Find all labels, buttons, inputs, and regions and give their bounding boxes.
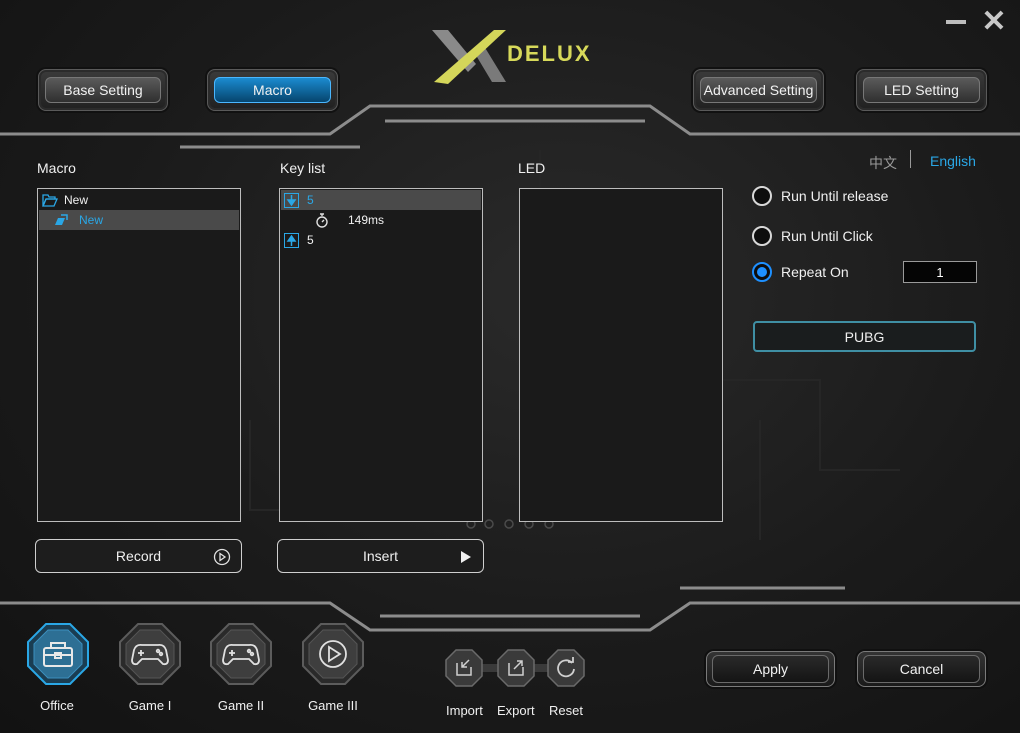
radio-label: Run Until release — [781, 188, 889, 204]
apply-button[interactable]: Apply — [706, 651, 835, 687]
language-english[interactable]: English — [930, 153, 976, 169]
cancel-label: Cancel — [899, 661, 944, 677]
led-panel[interactable] — [519, 188, 723, 522]
tab-base-setting[interactable]: Base Setting — [38, 69, 168, 111]
delux-logo: DELUX — [430, 24, 620, 88]
language-divider — [910, 150, 911, 168]
led-title: LED — [518, 160, 546, 176]
key-row-delay[interactable]: 149ms — [281, 210, 481, 230]
cancel-button[interactable]: Cancel — [857, 651, 986, 687]
tab-label: Advanced Setting — [703, 82, 814, 98]
radio-circle-selected — [752, 262, 772, 282]
mode-game-3-button[interactable] — [301, 622, 365, 686]
logo-text: DELUX — [507, 41, 592, 66]
run-until-click-radio[interactable]: Run Until Click — [752, 226, 873, 246]
repeat-on-radio[interactable]: Repeat On — [752, 262, 849, 282]
tab-advanced-setting[interactable]: Advanced Setting — [693, 69, 824, 111]
play-triangle-icon — [461, 551, 471, 563]
keylist-title: Key list — [280, 160, 326, 176]
mode-label: Game II — [217, 698, 265, 713]
record-label: Record — [115, 548, 162, 564]
tab-label: Macro — [253, 82, 292, 98]
language-chinese[interactable]: 中文 — [869, 153, 897, 173]
radio-label: Repeat On — [781, 264, 849, 280]
delux-x-mark-icon — [432, 30, 506, 84]
list-item-label: New — [79, 213, 104, 227]
list-item-label: New — [64, 193, 89, 207]
tab-led-setting[interactable]: LED Setting — [856, 69, 987, 111]
play-circle-icon — [213, 548, 231, 566]
reset-button[interactable] — [547, 649, 585, 687]
export-label: Export — [497, 703, 535, 718]
mode-label: Game III — [308, 698, 358, 713]
import-button[interactable] — [445, 649, 483, 687]
key-row-up[interactable]: 5 — [281, 230, 481, 250]
folder-open-icon — [42, 194, 58, 207]
export-button[interactable] — [497, 649, 535, 687]
arrow-down-icon — [284, 192, 299, 208]
tab-macro[interactable]: Macro — [207, 69, 338, 111]
import-label: Import — [446, 703, 483, 718]
key-label: 5 — [307, 193, 314, 207]
list-item[interactable]: New — [39, 190, 239, 210]
key-label: 5 — [307, 233, 314, 247]
tab-label: Base Setting — [63, 82, 143, 98]
stopwatch-icon — [316, 212, 328, 228]
radio-label: Run Until Click — [781, 228, 873, 244]
key-list[interactable]: 5 149ms 5 — [279, 188, 483, 522]
macro-list[interactable]: New New — [37, 188, 241, 522]
key-row-down[interactable]: 5 — [281, 190, 481, 210]
radio-circle — [752, 186, 772, 206]
profile-pubg-button[interactable]: PUBG — [753, 321, 976, 352]
mode-game-2-button[interactable] — [209, 622, 273, 686]
run-until-release-radio[interactable]: Run Until release — [752, 186, 888, 206]
insert-label: Insert — [362, 548, 398, 564]
insert-button[interactable]: Insert — [277, 539, 484, 573]
arrow-up-icon — [284, 232, 299, 248]
mode-game-1-button[interactable] — [118, 622, 182, 686]
radio-circle — [752, 226, 772, 246]
minimize-button[interactable] — [944, 14, 968, 30]
tab-label: LED Setting — [884, 82, 959, 98]
close-button[interactable]: ✕ — [981, 7, 1007, 37]
record-button[interactable]: Record — [35, 539, 242, 573]
mode-label: Office — [40, 698, 74, 713]
macro-title: Macro — [37, 160, 76, 176]
repeat-count-input[interactable] — [903, 261, 977, 283]
apply-label: Apply — [752, 661, 789, 677]
macro-file-icon — [55, 214, 68, 225]
app-window: ✕ DELUX Base Setting Macro Advanced Sett… — [0, 0, 1020, 733]
delay-label: 149ms — [348, 213, 385, 227]
list-item-selected[interactable]: New — [39, 210, 239, 230]
mode-label: Game I — [128, 698, 172, 713]
mode-office-button[interactable] — [26, 622, 90, 686]
reset-label: Reset — [549, 703, 583, 718]
